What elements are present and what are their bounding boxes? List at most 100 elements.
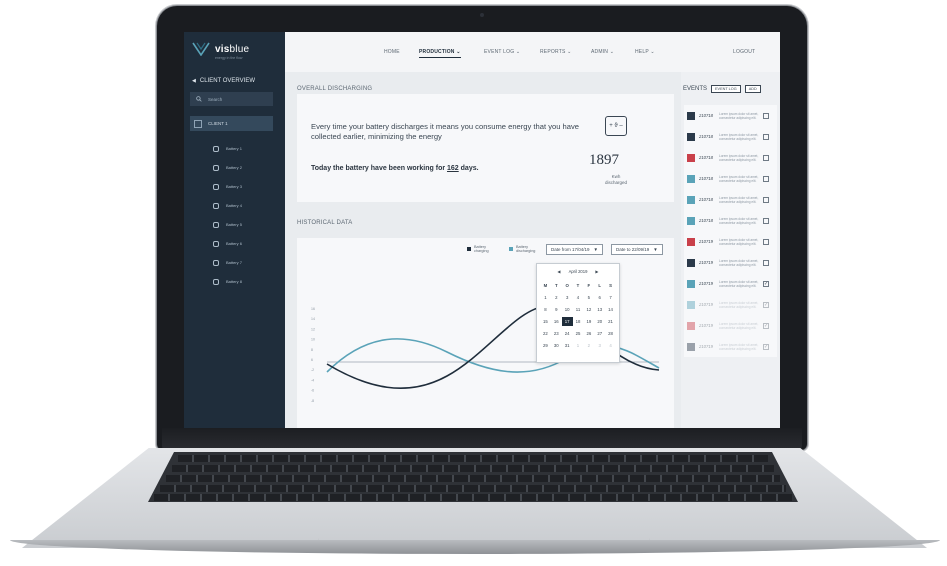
event-checkbox[interactable]: ✓ [763, 343, 769, 350]
nav-production[interactable]: PRODUCTION ⌄ [419, 49, 461, 58]
nav-admin[interactable]: ADMIN ⌄ [591, 49, 614, 55]
calendar-day[interactable]: 22 [540, 329, 551, 338]
event-item[interactable]: 210719 Lorem ipsum dolor sit amet, consec… [684, 315, 777, 336]
nav-help[interactable]: HELP ⌄ [635, 49, 655, 55]
calendar-day[interactable]: 3 [594, 341, 605, 350]
key-row [166, 475, 780, 482]
sidebar-item-client[interactable]: CLIENT 1 [190, 116, 273, 131]
client-label: CLIENT 1 [208, 121, 228, 126]
calendar-day[interactable]: 6 [594, 293, 605, 302]
battery-icon [213, 145, 219, 152]
event-checkbox[interactable] [763, 217, 769, 224]
event-checkbox[interactable] [763, 175, 769, 182]
calendar-day[interactable]: 9 [551, 305, 562, 314]
event-checkbox[interactable]: ✓ [763, 322, 769, 329]
brand-name: visblue [215, 43, 250, 55]
y-tick-label: 10 [311, 338, 315, 342]
search-input[interactable]: Search [190, 92, 273, 106]
battery-icon [213, 164, 219, 171]
sidebar-item-battery[interactable]: Battery 3 [213, 177, 242, 196]
event-checkbox[interactable] [763, 238, 769, 245]
calendar-day[interactable]: 26 [583, 329, 594, 338]
sidebar-item-battery[interactable]: Battery 7 [213, 253, 242, 272]
calendar-day[interactable]: 13 [594, 305, 605, 314]
calendar-day[interactable]: 4 [605, 341, 616, 350]
event-item[interactable]: 210719 Lorem ipsum dolor sit amet, consec… [684, 294, 777, 315]
calendar-day[interactable]: 8 [540, 305, 551, 314]
sidebar-item-battery[interactable]: Battery 5 [213, 215, 242, 234]
calendar-day[interactable]: 1 [540, 293, 551, 302]
calendar-day[interactable]: 7 [605, 293, 616, 302]
keyboard [148, 452, 798, 502]
nav-home[interactable]: HOME [384, 49, 400, 55]
calendar-day[interactable]: 25 [573, 329, 584, 338]
event-checkbox[interactable] [763, 259, 769, 266]
calendar-day[interactable]: 30 [551, 341, 562, 350]
calendar-day[interactable]: 15 [540, 317, 551, 326]
calendar-day[interactable]: 17 [561, 317, 573, 326]
calendar-day[interactable]: 20 [594, 317, 605, 326]
y-tick-label: 14 [311, 317, 315, 321]
calendar-day[interactable]: 21 [605, 317, 616, 326]
event-type-icon [687, 111, 695, 120]
event-checkbox[interactable] [763, 112, 769, 119]
calendar-day[interactable]: 1 [573, 341, 584, 350]
calendar-day[interactable]: 27 [594, 329, 605, 338]
sidebar-item-battery[interactable]: Battery 8 [213, 272, 242, 291]
event-item[interactable]: 210718 Lorem ipsum dolor sit amet, consec… [684, 105, 777, 126]
battery-label: Battery 5 [226, 222, 243, 227]
event-item[interactable]: 210718 Lorem ipsum dolor sit amet, consec… [684, 147, 777, 168]
calendar-day[interactable]: 23 [551, 329, 562, 338]
calendar-day[interactable]: 19 [583, 317, 594, 326]
calendar-day[interactable]: 2 [583, 341, 594, 350]
calendar-day[interactable]: 31 [562, 341, 573, 350]
event-item[interactable]: 210718 Lorem ipsum dolor sit amet, consec… [684, 189, 777, 210]
calendar-day[interactable]: 24 [562, 329, 573, 338]
logout-link[interactable]: LOGOUT [733, 49, 755, 55]
event-checkbox[interactable] [763, 196, 769, 203]
calendar-day[interactable]: 2 [551, 293, 562, 302]
calendar-day[interactable]: 16 [551, 317, 562, 326]
event-description: Lorem ipsum dolor sit amet, consectetur … [719, 258, 759, 267]
add-event-button[interactable]: ADD [744, 85, 761, 93]
event-item[interactable]: 210719 Lorem ipsum dolor sit amet, consec… [684, 231, 777, 252]
event-log-button[interactable]: EVENT LOG [711, 85, 741, 93]
event-type-icon [687, 153, 695, 162]
battery-icon [213, 259, 219, 266]
calendar-day[interactable]: 3 [562, 293, 573, 302]
calendar-day[interactable]: 28 [605, 329, 616, 338]
event-checkbox[interactable] [763, 154, 769, 161]
calendar-day[interactable]: 18 [573, 317, 584, 326]
screen: visblue energy in the flow ◀ CLIENT OVER… [184, 32, 780, 430]
calendar-day[interactable]: 4 [573, 293, 584, 302]
event-item[interactable]: 210718 Lorem ipsum dolor sit amet, consec… [684, 210, 777, 231]
event-checkbox[interactable]: ✓ [763, 301, 769, 308]
nav-reports[interactable]: REPORTS ⌄ [540, 49, 571, 55]
calendar-day[interactable]: 14 [605, 305, 616, 314]
event-item[interactable]: 210718 Lorem ipsum dolor sit amet, consec… [684, 168, 777, 189]
event-item[interactable]: 210719 Lorem ipsum dolor sit amet, consec… [684, 336, 777, 357]
nav-event-log[interactable]: EVENT LOG ⌄ [484, 49, 520, 55]
event-checkbox[interactable] [763, 133, 769, 140]
sidebar-item-battery[interactable]: Battery 6 [213, 234, 242, 253]
laptop-hinge [162, 428, 802, 450]
event-checkbox[interactable]: ✓ [763, 280, 769, 287]
calendar-day[interactable]: 5 [583, 293, 594, 302]
event-item[interactable]: 210719 Lorem ipsum dolor sit amet, consec… [684, 252, 777, 273]
calendar-prev-icon[interactable]: ◀ [557, 269, 560, 274]
calendar-day[interactable]: 12 [583, 305, 594, 314]
calendar-month: April 2019 [568, 269, 588, 274]
calendar-day[interactable]: 29 [540, 341, 551, 350]
y-tick-label: 8 [311, 348, 313, 352]
calendar-next-icon[interactable]: ▶ [595, 269, 598, 274]
calendar-dow: S [609, 283, 612, 288]
battery-label: Battery 8 [226, 279, 243, 284]
calendar-day[interactable]: 10 [562, 305, 573, 314]
event-item[interactable]: 210718 Lorem ipsum dolor sit amet, consec… [684, 126, 777, 147]
sidebar-item-battery[interactable]: Battery 1 [213, 139, 242, 158]
client-overview-toggle[interactable]: ◀ CLIENT OVERVIEW [184, 75, 285, 87]
sidebar-item-battery[interactable]: Battery 4 [213, 196, 242, 215]
event-item[interactable]: 210719 Lorem ipsum dolor sit amet, consec… [684, 273, 777, 294]
calendar-day[interactable]: 11 [573, 305, 584, 314]
sidebar-item-battery[interactable]: Battery 2 [213, 158, 242, 177]
